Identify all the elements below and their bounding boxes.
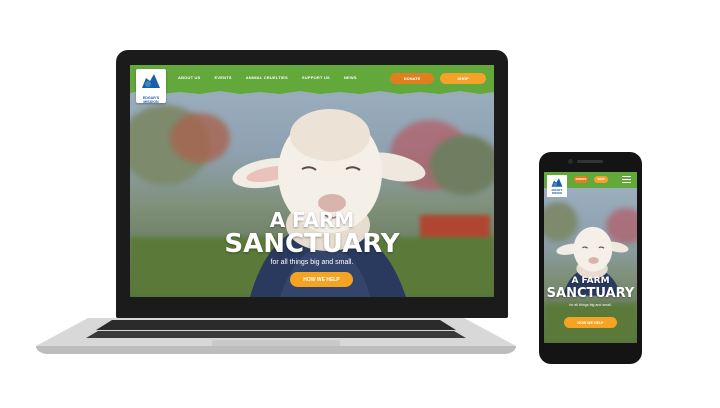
hero-title-line2: SANCTUARY [224,229,400,259]
phone-speaker [577,160,603,163]
hamburger-menu-icon[interactable] [622,176,631,184]
main-nav: ABOUT US EVENTS ANIMAL CRUELTIES SUPPORT… [178,65,357,89]
shop-button[interactable]: SHOP [440,73,486,84]
mobile-site-logo[interactable]: EDGAR'S MISSION [547,175,567,197]
nav-support-us[interactable]: SUPPORT US [302,75,330,80]
mobile-logo-text: EDGAR'S MISSION [551,189,563,195]
phone-screen: EDGAR'S MISSION DONATE SHOP A FARM SANCT… [544,172,637,343]
donate-button[interactable]: DONATE [390,73,434,84]
site-header: EDGAR'S MISSION ABOUT US EVENTS ANIMAL C… [130,65,494,104]
laptop-base [26,316,526,356]
mobile-header: EDGAR'S MISSION DONATE SHOP [544,172,637,197]
site-logo[interactable]: EDGAR'S MISSION [136,69,166,104]
hero-subtitle: for all things big and small. [270,259,354,266]
nav-about-us[interactable]: ABOUT US [178,75,201,80]
nav-animal-cruelties[interactable]: ANIMAL CRUELTIES [246,75,288,80]
mobile-how-we-help-button[interactable]: HOW WE HELP [564,317,617,328]
mobile-hero-title-line1: A FARM [571,276,610,286]
nav-news[interactable]: NEWS [344,75,357,80]
mobile-sanctuary-logo-icon [551,178,563,187]
sanctuary-logo-icon [142,74,160,88]
nav-events[interactable]: EVENTS [215,75,232,80]
logo-text: EDGAR'S MISSION [142,96,160,104]
mobile-shop-button[interactable]: SHOP [594,176,608,183]
mobile-hero-subtitle: for all things big and small. [569,303,612,307]
how-we-help-button[interactable]: HOW WE HELP [290,272,353,287]
mobile-hero-title-line2: SANCTUARY [546,286,635,301]
mobile-donate-button[interactable]: DONATE [574,176,588,183]
laptop-screen: EDGAR'S MISSION ABOUT US EVENTS ANIMAL C… [130,65,494,297]
phone-camera [568,159,573,164]
